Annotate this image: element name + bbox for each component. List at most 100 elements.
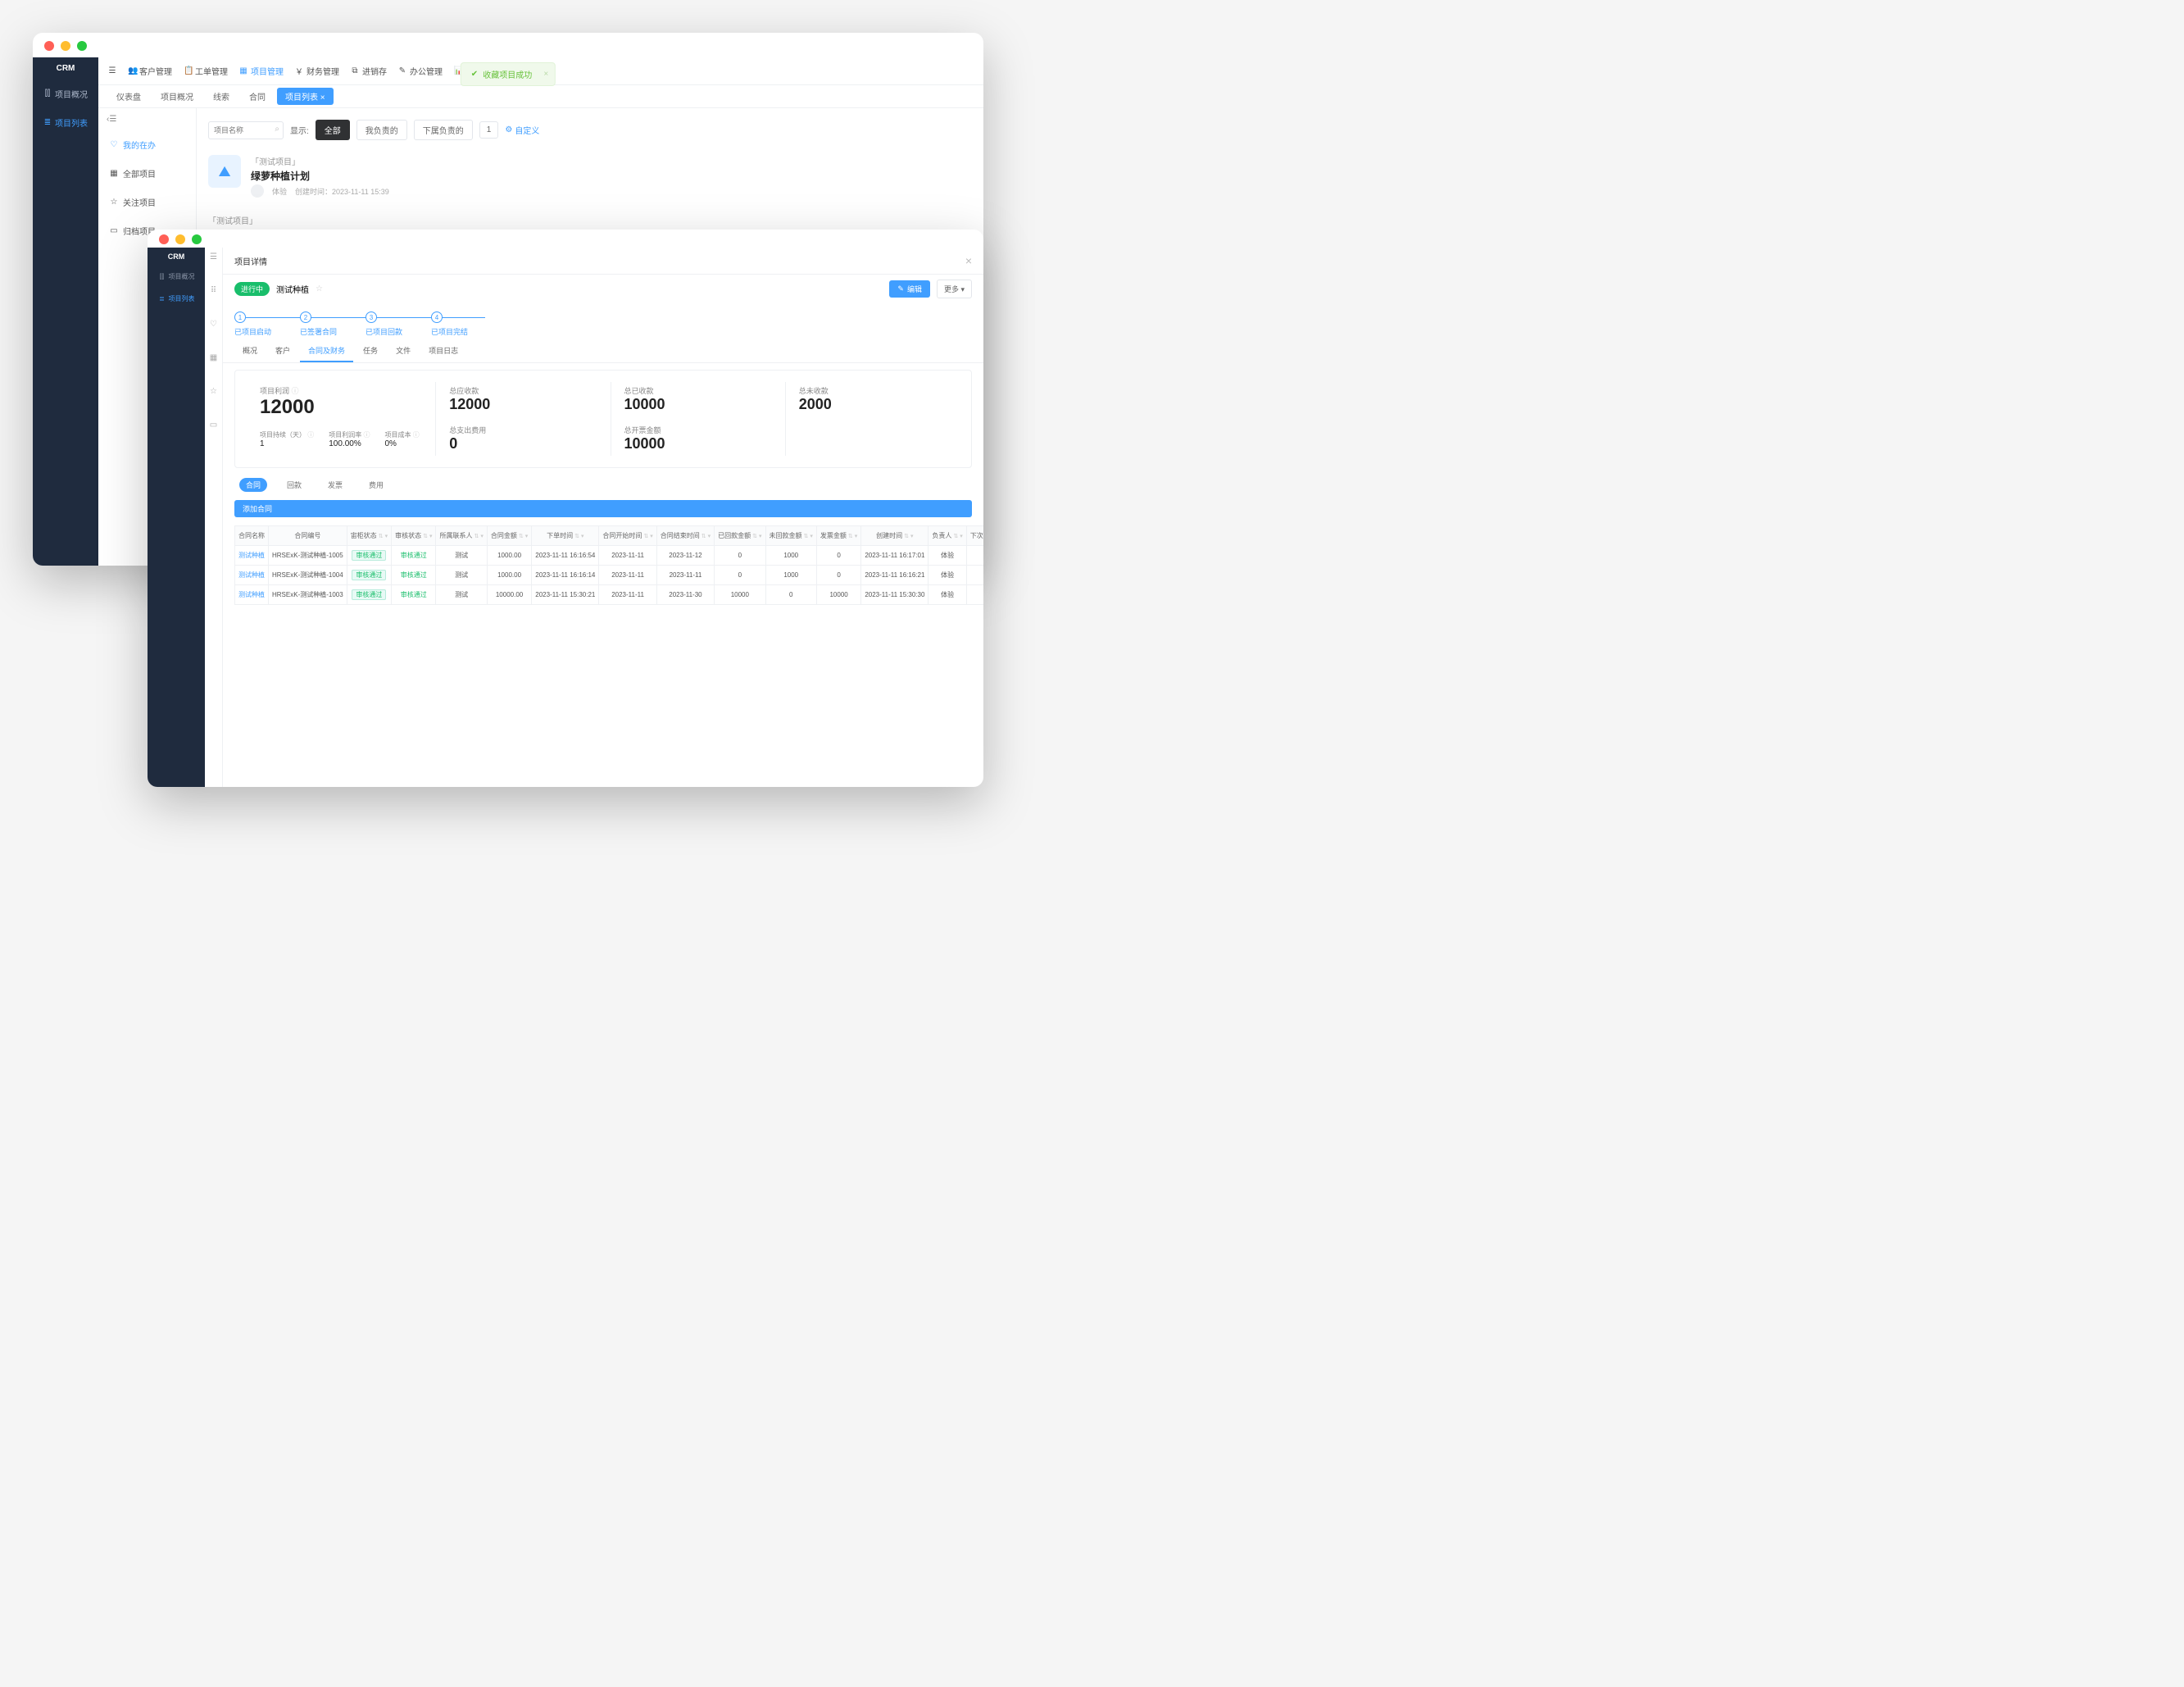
filter-icon[interactable]: ▾	[429, 534, 433, 539]
page-tab[interactable]: 合同	[241, 88, 274, 105]
star-icon[interactable]: ☆	[316, 284, 323, 293]
sidebar-item[interactable]: ≣项目列表	[33, 108, 98, 137]
sort-icon[interactable]: ⇅	[848, 534, 853, 539]
project-card[interactable]: 「测试项目」	[208, 214, 972, 226]
subside-item[interactable]: ☆关注项目	[98, 188, 196, 216]
collapse-icon[interactable]: ‹☰	[98, 108, 196, 130]
table-header[interactable]: 未回款金额⇅▾	[765, 526, 816, 546]
sidebar-item[interactable]: ≣项目列表	[148, 288, 205, 310]
sort-icon[interactable]: ⇅	[804, 534, 809, 539]
table-header[interactable]: 宙柜状态⇅▾	[347, 526, 391, 546]
detail-tab[interactable]: 概况	[234, 340, 266, 362]
toast-close-icon[interactable]: ×	[543, 70, 548, 79]
table-header[interactable]: 合同名称	[235, 526, 269, 546]
page-tab[interactable]: 线索	[205, 88, 238, 105]
topnav-item[interactable]: ✎办公管理	[398, 65, 443, 77]
table-header[interactable]: 下单时间⇅▾	[532, 526, 599, 546]
filter-icon[interactable]: ▾	[960, 534, 963, 539]
filter-icon[interactable]: ▾	[708, 534, 711, 539]
filter-mine[interactable]: 我负责的	[356, 120, 407, 140]
table-header[interactable]: 所属联系人⇅▾	[436, 526, 487, 546]
filter-icon[interactable]: ▾	[810, 534, 813, 539]
topnav-item[interactable]: ▦项目管理	[239, 65, 284, 77]
search-icon[interactable]: ⌕	[275, 125, 279, 134]
info-icon[interactable]: ⓘ	[307, 431, 314, 439]
sort-icon[interactable]: ⇅	[423, 534, 428, 539]
filter-sub[interactable]: 下属负责的	[414, 120, 473, 140]
sort-icon[interactable]: ⇅	[953, 534, 958, 539]
filter-icon[interactable]: ▾	[855, 534, 858, 539]
table-header[interactable]: 合同编号	[269, 526, 347, 546]
detail-tab[interactable]: 任务	[355, 340, 386, 362]
add-contract-button[interactable]: 添加合同	[234, 500, 972, 517]
filter-icon[interactable]: ▾	[581, 534, 584, 539]
filter-icon[interactable]: ▾	[910, 534, 914, 539]
tab-active[interactable]: 项目列表 ×	[277, 88, 334, 105]
topnav-item[interactable]: ⧉进销存	[351, 65, 387, 77]
star-icon[interactable]: ☆	[210, 387, 217, 396]
more-button[interactable]: 更多 ▾	[937, 280, 972, 298]
filter-icon[interactable]: ▾	[480, 534, 484, 539]
info-icon[interactable]: ⓘ	[292, 387, 299, 395]
search-input[interactable]	[208, 121, 284, 139]
finance-subtab[interactable]: 费用	[362, 478, 390, 492]
maximize-dot[interactable]	[192, 234, 202, 244]
table-header[interactable]: 已回款金额⇅▾	[715, 526, 765, 546]
menu-toggle-icon[interactable]: ☰	[108, 66, 116, 75]
filter-all[interactable]: 全部	[316, 120, 350, 140]
filter-icon[interactable]: ▾	[385, 534, 388, 539]
minimize-dot[interactable]	[175, 234, 185, 244]
finance-subtab[interactable]: 发票	[321, 478, 349, 492]
close-icon[interactable]: ×	[965, 254, 972, 267]
detail-tab[interactable]: 文件	[388, 340, 419, 362]
subside-item[interactable]: ▦全部项目	[98, 159, 196, 188]
users-icon[interactable]: ⠿	[211, 286, 216, 295]
page-tab[interactable]: 仪表盘	[108, 88, 149, 105]
table-header[interactable]: 合同金额⇅▾	[487, 526, 531, 546]
table-header[interactable]: 创建时间⇅▾	[861, 526, 929, 546]
topnav-item[interactable]: 👥客户管理	[128, 65, 172, 77]
sort-icon[interactable]: ⇅	[702, 534, 706, 539]
topnav-item[interactable]: ￥财务管理	[295, 65, 339, 77]
filter-icon[interactable]: ▾	[525, 534, 529, 539]
filter-custom[interactable]: ⚙自定义	[505, 124, 539, 136]
sort-icon[interactable]: ⇅	[574, 534, 579, 539]
filter-icon[interactable]: ▾	[759, 534, 762, 539]
menu-icon[interactable]: ☰	[210, 252, 217, 261]
page-tab[interactable]: 项目概况	[152, 88, 202, 105]
heart-icon[interactable]: ♡	[210, 320, 217, 329]
edit-button[interactable]: ✎编辑	[889, 280, 930, 298]
finance-subtab[interactable]: 回款	[280, 478, 308, 492]
sidebar-item[interactable]: ⫿⫿项目概况	[148, 266, 205, 288]
detail-tab[interactable]: 客户	[267, 340, 298, 362]
table-header[interactable]: 负责人⇅▾	[929, 526, 966, 546]
detail-tab[interactable]: 合同及财务	[300, 340, 353, 362]
close-dot[interactable]	[44, 41, 54, 51]
grid-icon[interactable]: ▦	[210, 353, 217, 362]
contract-name-link[interactable]: 测试种植	[238, 552, 265, 559]
filter-icon[interactable]: ▾	[650, 534, 653, 539]
sort-icon[interactable]: ⇅	[904, 534, 909, 539]
topnav-item[interactable]: 📋工单管理	[184, 65, 228, 77]
sort-icon[interactable]: ⇅	[643, 534, 648, 539]
contract-name-link[interactable]: 测试种植	[238, 571, 265, 579]
table-header[interactable]: 审核状态⇅▾	[392, 526, 436, 546]
sort-icon[interactable]: ⇅	[379, 534, 384, 539]
table-header[interactable]: 发票金额⇅▾	[816, 526, 860, 546]
sort-icon[interactable]: ⇅	[474, 534, 479, 539]
detail-tab[interactable]: 项目日志	[420, 340, 466, 362]
archive-icon[interactable]: ▭	[210, 421, 217, 430]
info-icon[interactable]: ⓘ	[413, 431, 420, 439]
table-header[interactable]: 合同开始时间⇅▾	[599, 526, 656, 546]
project-card[interactable]: ⛰「测试项目」绿萝种植计划体验创建时间：2023-11-11 15:39	[208, 155, 972, 198]
finance-subtab[interactable]: 合同	[239, 478, 267, 492]
minimize-dot[interactable]	[61, 41, 70, 51]
table-header[interactable]: 合同结束时间⇅▾	[656, 526, 714, 546]
sort-icon[interactable]: ⇅	[752, 534, 757, 539]
subside-item[interactable]: ♡我的在办	[98, 130, 196, 159]
info-icon[interactable]: ⓘ	[363, 431, 370, 439]
sort-icon[interactable]: ⇅	[519, 534, 524, 539]
close-dot[interactable]	[159, 234, 169, 244]
contract-name-link[interactable]: 测试种植	[238, 591, 265, 598]
maximize-dot[interactable]	[77, 41, 87, 51]
